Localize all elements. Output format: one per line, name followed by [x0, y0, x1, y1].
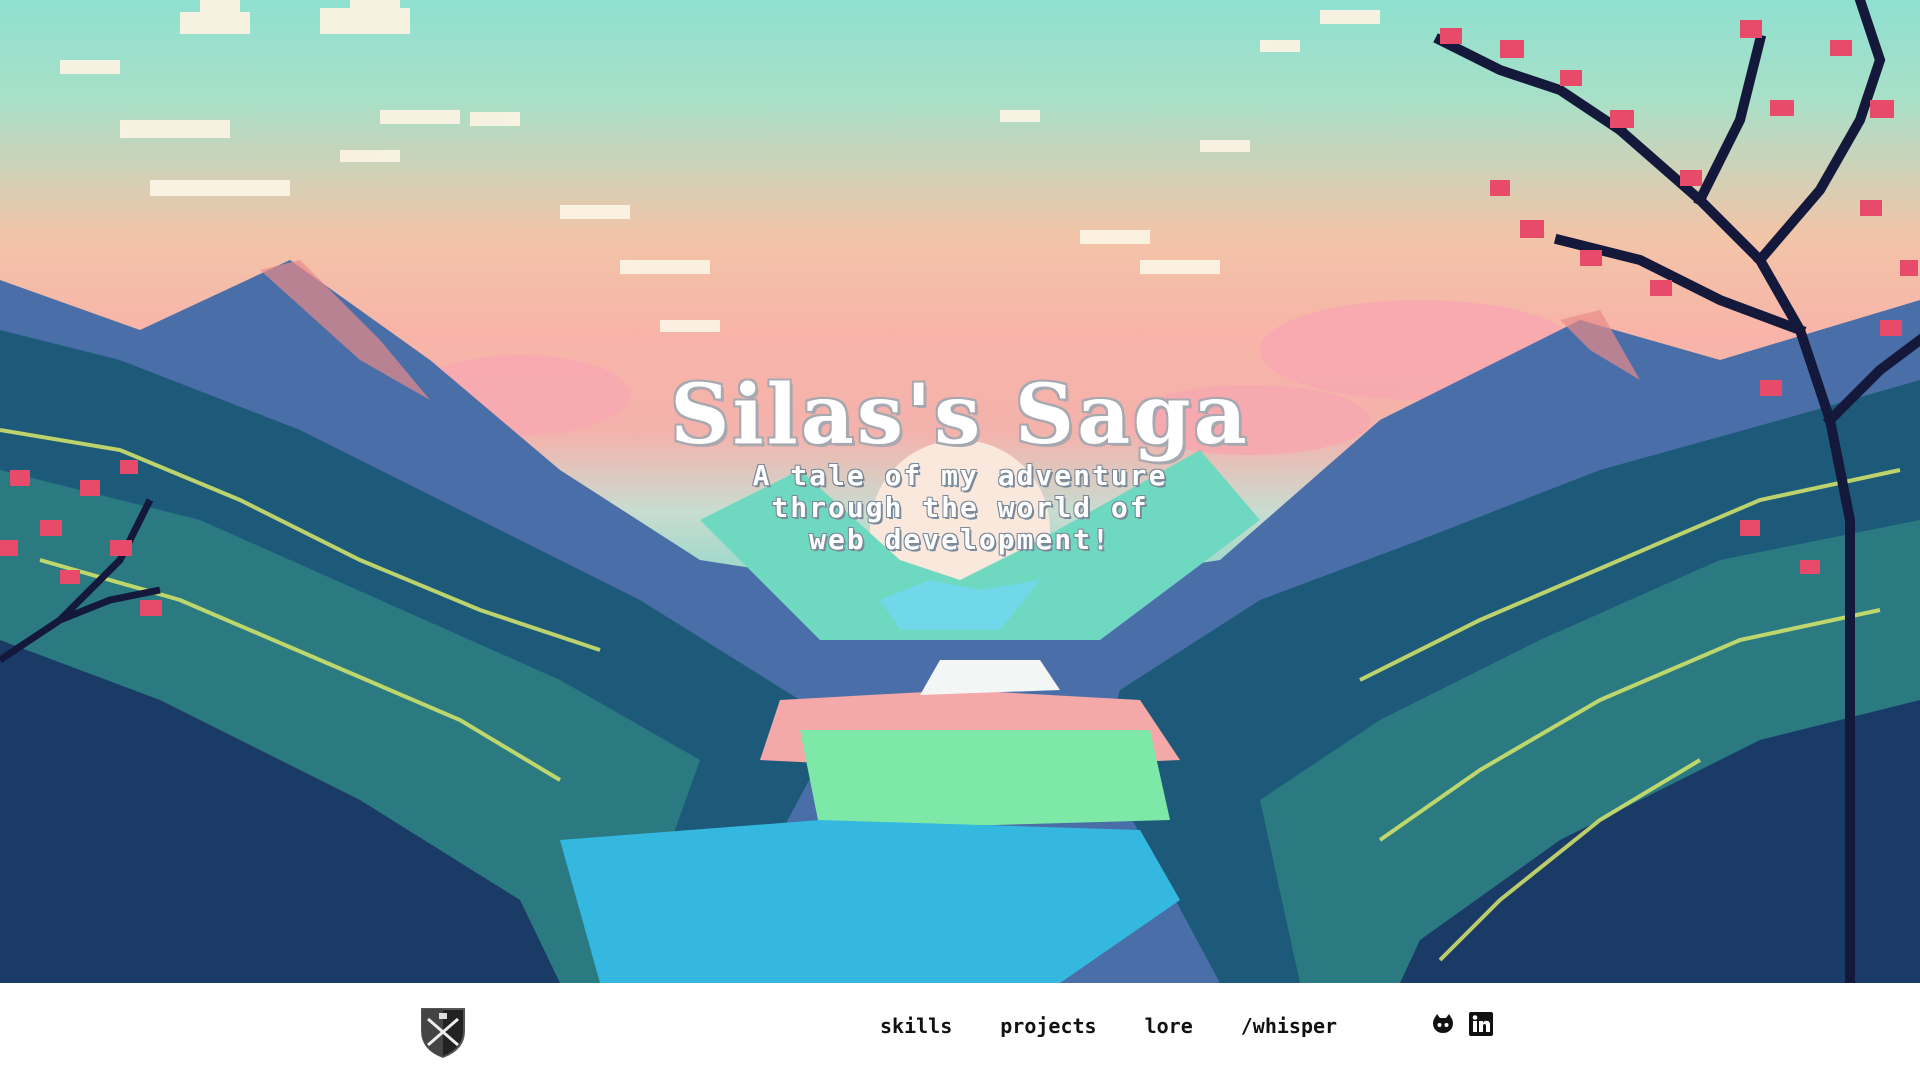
- nav-link-whisper[interactable]: /whisper: [1241, 1014, 1337, 1038]
- nav-link-projects[interactable]: projects: [1000, 1014, 1096, 1038]
- hero-banner: Silas's Saga A tale of my adventure thro…: [0, 0, 1920, 983]
- nav-bar: skills projects lore /whisper: [0, 983, 1920, 1080]
- shield-logo-icon[interactable]: [418, 1005, 468, 1059]
- nav-link-lore[interactable]: lore: [1145, 1014, 1193, 1038]
- hero-subtitle-line: A tale of my adventure: [752, 459, 1168, 493]
- github-icon[interactable]: [1430, 1011, 1456, 1037]
- hero-subtitle-line: through the world of: [771, 491, 1149, 525]
- hero-subtitle-line: web development!: [809, 523, 1111, 557]
- hero-title: Silas's Saga: [670, 367, 1250, 463]
- nav-link-skills[interactable]: skills: [880, 1014, 952, 1038]
- linkedin-icon[interactable]: [1468, 1011, 1494, 1037]
- nav-links: skills projects lore /whisper: [880, 1011, 1337, 1041]
- hero-subtitle: A tale of my adventure through the world…: [660, 460, 1260, 556]
- hero-text-block: Silas's Saga A tale of my adventure thro…: [660, 372, 1260, 556]
